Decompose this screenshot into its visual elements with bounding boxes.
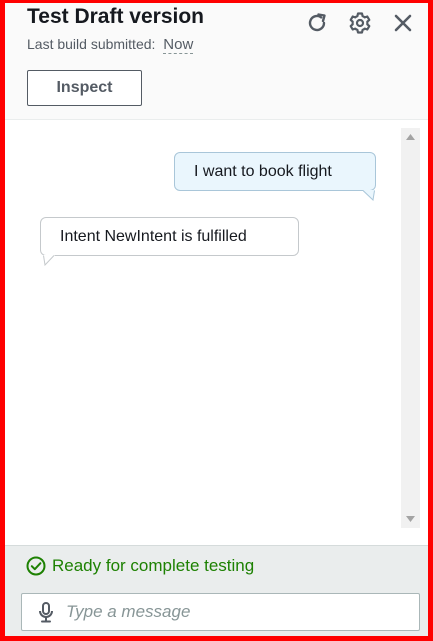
panel-footer: Ready for complete testing xyxy=(5,545,428,636)
testing-status: Ready for complete testing xyxy=(26,556,254,576)
bot-bubble-tail-icon xyxy=(43,255,55,266)
message-input[interactable] xyxy=(64,596,419,628)
user-message: I want to book flight xyxy=(174,152,376,191)
panel-title: Test Draft version xyxy=(27,5,204,28)
inspect-button[interactable]: Inspect xyxy=(27,70,142,106)
close-icon[interactable] xyxy=(389,9,417,37)
user-message-text: I want to book flight xyxy=(194,162,332,180)
panel-header: Test Draft version Last build submitted:… xyxy=(5,3,428,120)
scroll-up-icon[interactable] xyxy=(401,130,420,144)
chat-scrollbar[interactable] xyxy=(401,128,420,528)
message-input-box xyxy=(21,593,420,631)
scroll-down-icon[interactable] xyxy=(401,512,420,526)
build-status: Last build submitted: Now xyxy=(27,36,194,54)
refresh-icon[interactable] xyxy=(303,9,331,37)
build-time: Now xyxy=(163,36,194,54)
settings-gear-icon[interactable] xyxy=(346,9,374,37)
status-text: Ready for complete testing xyxy=(52,556,255,575)
chat-transcript: I want to book flight Intent NewIntent i… xyxy=(5,120,428,545)
test-panel: Test Draft version Last build submitted:… xyxy=(0,0,433,641)
microphone-icon[interactable] xyxy=(37,601,55,623)
bot-message: Intent NewIntent is fulfilled xyxy=(40,217,299,256)
build-label: Last build submitted: xyxy=(27,36,156,52)
bot-message-text: Intent NewIntent is fulfilled xyxy=(60,227,247,245)
user-bubble-tail-icon xyxy=(363,190,375,201)
status-check-icon xyxy=(26,556,46,576)
